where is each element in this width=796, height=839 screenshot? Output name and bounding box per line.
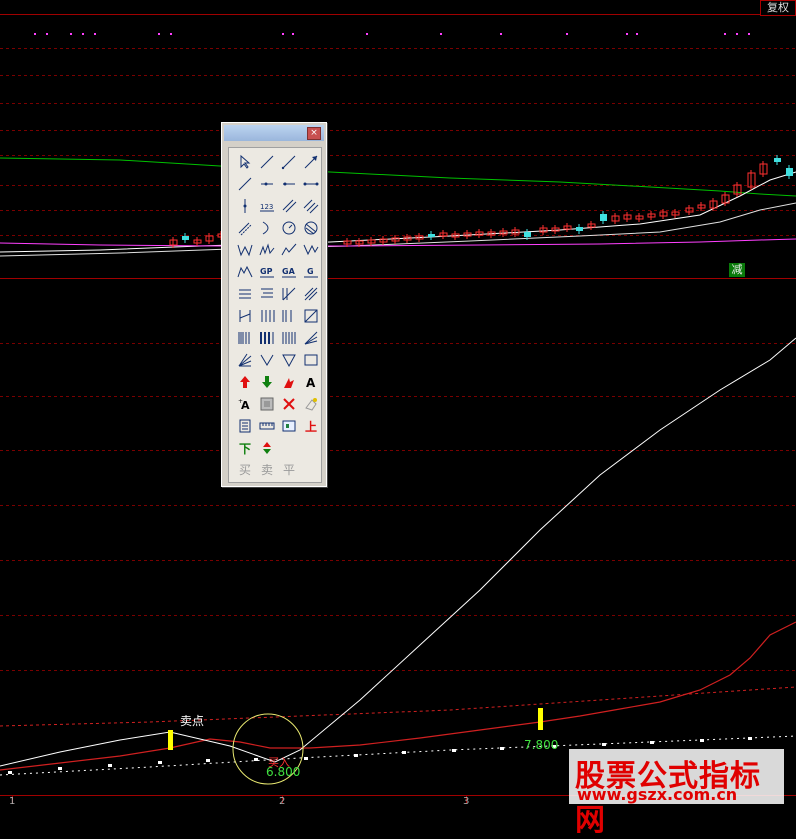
x-axis (12, 795, 467, 803)
down-arrow-line-icon[interactable] (257, 350, 277, 370)
horizontal-ray-icon[interactable] (257, 174, 277, 194)
eraser-icon[interactable] (301, 394, 321, 414)
jian-signal-badge: 减 (729, 263, 745, 277)
angle-fan-icon[interactable] (235, 350, 255, 370)
stock-chart[interactable] (0, 0, 796, 809)
list-icon[interactable] (235, 416, 255, 436)
palette-text-tool-2[interactable]: 卖 (257, 460, 277, 480)
white-price-line (0, 337, 796, 767)
ruler-icon[interactable] (257, 416, 277, 436)
candle-body (786, 168, 793, 176)
palette-text-tool-1[interactable]: 买 (235, 460, 255, 480)
dense-lines-3-icon[interactable] (279, 328, 299, 348)
candle-body (182, 236, 189, 240)
gann-icon[interactable] (301, 306, 321, 326)
segment-h-icon[interactable] (301, 174, 321, 194)
fib-2-icon[interactable] (257, 284, 277, 304)
up-arrow-icon[interactable] (235, 372, 255, 392)
svg-text:A: A (306, 376, 316, 390)
flat-mark-icon[interactable] (257, 438, 277, 458)
text-123-icon[interactable]: 123 (257, 196, 277, 216)
palette-titlebar[interactable]: × (224, 125, 324, 141)
red-indicator-line (0, 621, 796, 771)
drawing-tools-palette[interactable]: × 123 GP GA G A A + 上下买卖平 (221, 122, 327, 487)
palette-text-tool-3[interactable]: 平 (279, 460, 299, 480)
down-mark-icon[interactable]: 下 (235, 438, 255, 458)
chart-frame (0, 14, 796, 796)
bracket-icon[interactable] (235, 306, 255, 326)
svg-text:GP: GP (260, 267, 273, 276)
wave-w-icon[interactable] (235, 240, 255, 260)
fuquan-button[interactable]: 复权 (760, 0, 796, 16)
down-arrow-icon[interactable] (257, 372, 277, 392)
trend-line-icon[interactable] (235, 174, 255, 194)
zigzag-2-icon[interactable] (279, 240, 299, 260)
horizontal-line-icon[interactable] (279, 174, 299, 194)
buy-price-label: 6.800 (266, 765, 301, 779)
dense-lines-2-icon[interactable] (257, 328, 277, 348)
ma-magenta-line (0, 238, 796, 247)
arc-icon[interactable] (257, 218, 277, 238)
fan-lines-icon[interactable] (279, 284, 299, 304)
svg-text:+: + (238, 398, 243, 405)
svg-text:123: 123 (260, 203, 273, 211)
candle-body (576, 227, 583, 231)
x-tick-2: 2 (279, 796, 286, 807)
rectangle-icon[interactable] (301, 350, 321, 370)
svg-text:上: 上 (305, 419, 317, 434)
up-mark-icon[interactable]: 上 (301, 416, 321, 436)
line-segment-icon[interactable] (257, 152, 277, 172)
gp-icon[interactable]: GP (257, 262, 277, 282)
triple-parallel-icon[interactable] (301, 196, 321, 216)
magenta-dot-row (34, 33, 750, 35)
ray-icon[interactable] (279, 152, 299, 172)
x-tick-3: 3 (463, 796, 470, 807)
delete-icon[interactable] (279, 394, 299, 414)
watermark-url: www.gszx.com.cn (577, 785, 738, 804)
grid-lines (0, 48, 796, 671)
chart-image-icon[interactable] (279, 416, 299, 436)
price-label-2: 7.800 (524, 738, 559, 752)
speed-lines-icon[interactable] (301, 328, 321, 348)
cycle-lines-icon[interactable] (257, 306, 277, 326)
channel-icon[interactable] (235, 218, 255, 238)
ga-icon[interactable]: GA (279, 262, 299, 282)
candle-body (600, 214, 607, 221)
candle-body (524, 232, 531, 237)
arrow-pair-icon[interactable] (279, 372, 299, 392)
svg-text:G: G (307, 267, 314, 276)
sell-point-label: 卖点 (180, 714, 205, 728)
fib-time-icon[interactable] (279, 306, 299, 326)
text-a-alt-icon[interactable]: A + (235, 394, 255, 414)
zigzag-3-icon[interactable] (301, 240, 321, 260)
g-icon[interactable]: G (301, 262, 321, 282)
fib-icon[interactable] (235, 284, 255, 304)
buy-signal-bar (538, 708, 543, 730)
fan-lines-2-icon[interactable] (301, 284, 321, 304)
box-icon[interactable] (257, 394, 277, 414)
text-a-icon[interactable]: A (301, 372, 321, 392)
triangle-icon[interactable] (279, 350, 299, 370)
close-icon[interactable]: × (307, 127, 321, 140)
ma-green-line (0, 157, 796, 197)
svg-text:下: 下 (239, 442, 251, 456)
svg-text:GA: GA (282, 267, 296, 276)
cursor-icon[interactable] (235, 152, 255, 172)
parallel-lines-icon[interactable] (279, 196, 299, 216)
wave-m-icon[interactable] (235, 262, 255, 282)
clock-icon[interactable] (279, 218, 299, 238)
dense-lines-icon[interactable] (235, 328, 255, 348)
zigzag-icon[interactable] (257, 240, 277, 260)
watermark: 股票公式指标网 www.gszx.com.cn (569, 749, 784, 838)
tool-grid: 123 GP GA G A A + 上下买卖平 (228, 147, 322, 483)
red-dashed-line (0, 686, 796, 727)
x-tick-1: 1 (9, 796, 16, 807)
sell-signal-bar (168, 730, 173, 750)
candle-body (774, 158, 781, 162)
arrow-line-icon[interactable] (301, 152, 321, 172)
circle-slash-icon[interactable] (301, 218, 321, 238)
candle-body (428, 234, 435, 237)
vertical-line-icon[interactable] (235, 196, 255, 216)
